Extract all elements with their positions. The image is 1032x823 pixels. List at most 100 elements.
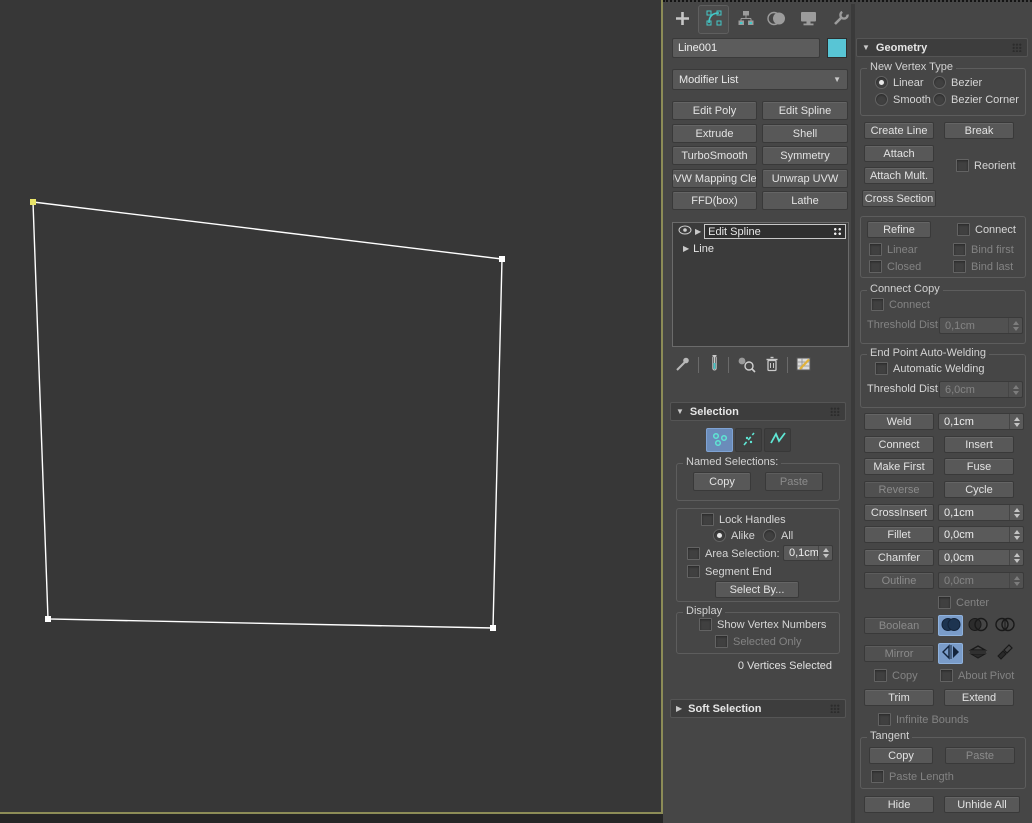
about-pivot-checkbox[interactable] [940,669,953,682]
chamfer-spinner[interactable]: 0,0cm [938,549,1024,566]
modifier-list-dropdown[interactable]: Modifier List ▼ [672,69,848,90]
center-checkbox[interactable] [938,596,951,609]
reverse-button[interactable]: Reverse [864,481,934,498]
spinner-arrows[interactable] [1008,318,1022,333]
uvw-mapping-clear-button[interactable]: UVW Mapping Clea [672,169,757,188]
bezier-radio[interactable] [933,76,946,89]
unhide-all-button[interactable]: Unhide All [944,796,1020,813]
linear-radio[interactable] [875,76,888,89]
spline-vertex-handle[interactable] [490,625,496,631]
cross-section-button[interactable]: Cross Section [862,190,936,207]
make-unique-icon[interactable] [736,355,757,376]
insert-button[interactable]: Insert [944,436,1014,453]
lock-handles-checkbox[interactable] [701,513,714,526]
automatic-welding-checkbox[interactable] [875,362,888,375]
lathe-button[interactable]: Lathe [762,191,848,210]
tab-motion[interactable] [762,6,791,33]
break-button[interactable]: Break [944,122,1014,139]
viewport[interactable] [0,0,663,814]
paste-length-checkbox[interactable] [871,770,884,783]
geometry-rollout-header[interactable]: ▼ Geometry [856,38,1028,57]
bind-first-checkbox[interactable] [953,243,966,256]
attach-mult-button[interactable]: Attach Mult. [864,167,934,184]
weld-spinner[interactable]: 0,1cm [938,413,1024,430]
refine-connect-checkbox[interactable] [957,223,970,236]
spline-vertex-handle[interactable] [499,256,505,262]
spinner-arrows[interactable] [1009,505,1023,520]
ffd-box-button[interactable]: FFD(box) [672,191,757,210]
tab-display[interactable] [794,6,823,33]
spinner-arrows[interactable] [1009,414,1023,429]
mirror-button[interactable]: Mirror [864,645,934,662]
all-radio[interactable] [763,529,776,542]
connect-copy-connect-checkbox[interactable] [871,298,884,311]
turbosmooth-button[interactable]: TurboSmooth [672,146,757,165]
mirror-horizontal-button[interactable] [938,643,963,664]
segment-end-checkbox[interactable] [687,565,700,578]
selected-only-checkbox[interactable] [715,635,728,648]
spline-vertex-handle[interactable] [45,616,51,622]
named-selection-copy-button[interactable]: Copy [693,472,751,491]
spline-subobject-button[interactable] [764,428,791,452]
area-selection-checkbox[interactable] [687,547,700,560]
boolean-button[interactable]: Boolean [864,617,934,634]
fuse-button[interactable]: Fuse [944,458,1014,475]
spline-shape[interactable] [0,0,661,812]
boolean-intersection-button[interactable] [992,615,1017,636]
boolean-subtraction-button[interactable] [965,615,990,636]
show-vertex-numbers-checkbox[interactable] [699,618,712,631]
bezier-corner-radio[interactable] [933,93,946,106]
spinner-arrows[interactable] [1009,573,1023,588]
weld-button[interactable]: Weld [864,413,934,430]
selection-rollout-header[interactable]: ▼ Selection [670,402,846,421]
soft-selection-rollout-header[interactable]: ▶ Soft Selection [670,699,846,718]
expand-arrow-icon[interactable]: ▶ [683,244,689,253]
fillet-spinner[interactable]: 0,0cm [938,526,1024,543]
create-line-button[interactable]: Create Line [864,122,934,139]
bind-last-checkbox[interactable] [953,260,966,273]
stack-item-line[interactable]: ▶ Line [673,240,848,257]
tab-modify[interactable] [698,5,729,34]
connect-button[interactable]: Connect [864,436,934,453]
shell-button[interactable]: Shell [762,124,848,143]
outline-spinner[interactable]: 0,0cm [938,572,1024,589]
refine-button[interactable]: Refine [867,221,931,238]
alike-radio[interactable] [713,529,726,542]
remove-modifier-trash-icon[interactable] [764,355,780,376]
configure-modifier-sets-icon[interactable] [795,355,813,376]
fillet-button[interactable]: Fillet [864,526,934,543]
spinner-arrows[interactable] [1009,550,1023,565]
mirror-vertical-button[interactable] [965,643,990,664]
boolean-union-button[interactable] [938,615,963,636]
symmetry-button[interactable]: Symmetry [762,146,848,165]
tab-utilities[interactable] [826,6,855,33]
outline-button[interactable]: Outline [864,572,934,589]
pin-stack-icon[interactable] [674,355,691,376]
extrude-button[interactable]: Extrude [672,124,757,143]
tab-hierarchy[interactable] [731,6,760,33]
tab-create[interactable] [668,6,697,33]
edit-poly-button[interactable]: Edit Poly [672,101,757,120]
cycle-button[interactable]: Cycle [944,481,1014,498]
visibility-eye-icon[interactable] [678,225,692,238]
object-color-swatch[interactable] [827,38,847,58]
infinite-bounds-checkbox[interactable] [878,713,891,726]
hide-button[interactable]: Hide [864,796,934,813]
spinner-arrows[interactable] [1009,527,1023,542]
modifier-dots-icon[interactable] [833,227,842,236]
spline-outline[interactable] [32,201,503,629]
cross-insert-button[interactable]: CrossInsert [864,504,934,521]
spinner-arrows[interactable] [818,546,832,560]
connect-copy-threshold-spinner[interactable]: 0,1cm [939,317,1023,334]
linear-checkbox[interactable] [869,243,882,256]
object-name-input[interactable]: Line001 [672,38,820,58]
spinner-arrows[interactable] [1008,382,1022,397]
smooth-radio[interactable] [875,93,888,106]
vertex-subobject-button[interactable] [706,428,733,452]
segment-subobject-button[interactable] [735,428,762,452]
show-end-result-icon[interactable] [708,354,721,376]
area-selection-spinner[interactable]: 0,1cm [783,545,833,561]
reorient-checkbox[interactable] [956,159,969,172]
chamfer-button[interactable]: Chamfer [864,549,934,566]
stack-item-edit-spline[interactable]: ▶ Edit Spline [673,223,848,240]
